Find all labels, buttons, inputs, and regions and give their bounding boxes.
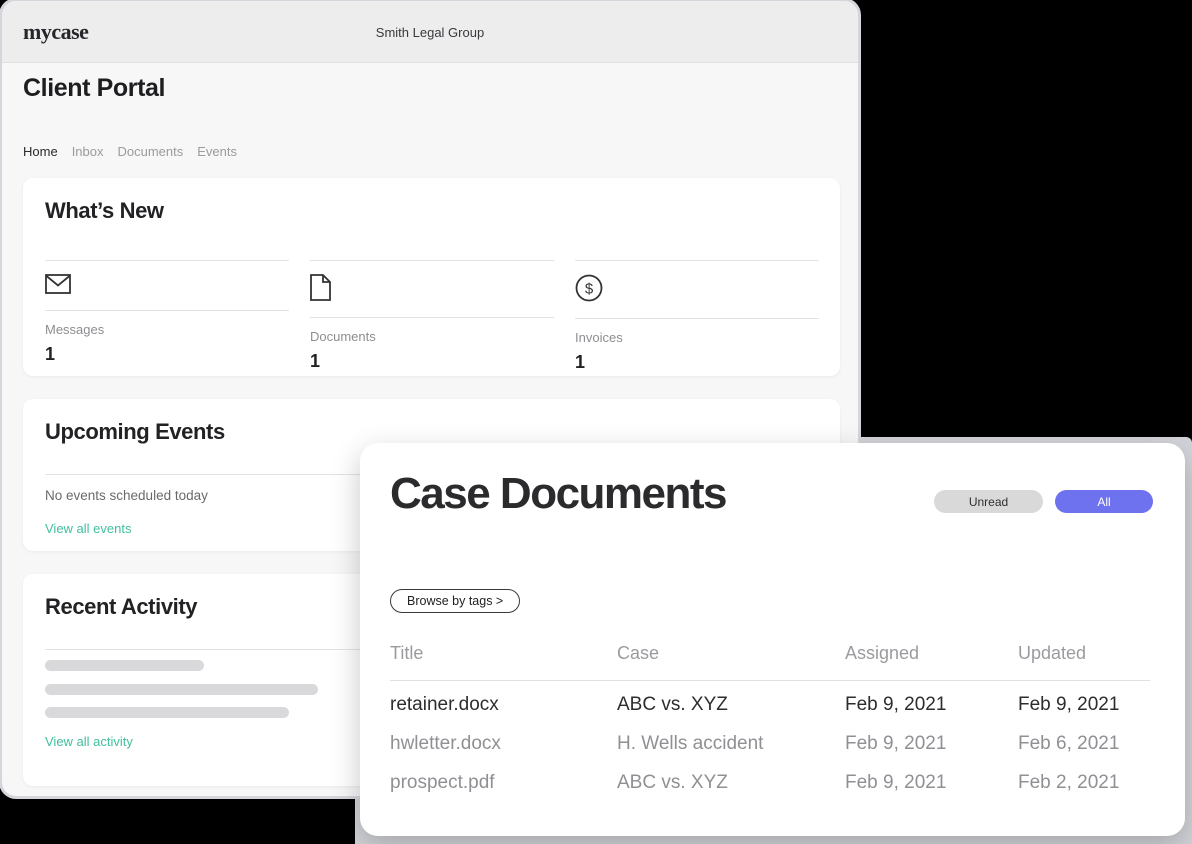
stat-messages[interactable]: Messages 1 — [45, 260, 289, 373]
browse-by-tags-button[interactable]: Browse by tags > — [390, 589, 520, 613]
table-row[interactable]: prospect.pdf ABC vs. XYZ Feb 9, 2021 Feb… — [390, 763, 1150, 802]
cell-assigned: Feb 9, 2021 — [845, 772, 1018, 794]
cell-updated: Feb 2, 2021 — [1018, 772, 1150, 794]
firm-name: Smith Legal Group — [2, 25, 858, 40]
cell-title: prospect.pdf — [390, 772, 617, 794]
stat-label-documents: Documents — [310, 329, 554, 344]
cell-case: ABC vs. XYZ — [617, 772, 845, 794]
cell-case: ABC vs. XYZ — [617, 694, 845, 716]
cell-updated: Feb 6, 2021 — [1018, 733, 1150, 755]
documents-table-header: Title Case Assigned Updated — [390, 643, 1150, 681]
cell-updated: Feb 9, 2021 — [1018, 694, 1150, 716]
nav-item-events[interactable]: Events — [197, 144, 237, 159]
whats-new-title: What’s New — [45, 198, 818, 224]
whats-new-card: What’s New Messages 1 — [23, 178, 840, 376]
filter-unread-button[interactable]: Unread — [934, 490, 1043, 513]
case-documents-card: Case Documents Unread All Browse by tags… — [360, 443, 1185, 836]
column-header-title: Title — [390, 643, 617, 664]
upcoming-events-title: Upcoming Events — [45, 419, 818, 445]
stat-label-messages: Messages — [45, 322, 289, 337]
whats-new-stats: Messages 1 Documents 1 $ — [45, 260, 818, 373]
documents-table-body: retainer.docx ABC vs. XYZ Feb 9, 2021 Fe… — [390, 685, 1150, 802]
stat-value-invoices: 1 — [575, 352, 819, 373]
column-header-updated: Updated — [1018, 643, 1150, 664]
case-documents-title: Case Documents — [390, 469, 726, 519]
portal-header: mycase Smith Legal Group — [2, 1, 858, 63]
cell-assigned: Feb 9, 2021 — [845, 694, 1018, 716]
envelope-icon — [45, 274, 71, 294]
page-title: Client Portal — [23, 74, 165, 103]
cell-title: retainer.docx — [390, 694, 617, 716]
svg-text:$: $ — [585, 281, 594, 298]
activity-skeleton-bar — [45, 684, 318, 695]
table-row[interactable]: retainer.docx ABC vs. XYZ Feb 9, 2021 Fe… — [390, 685, 1150, 724]
activity-skeleton-bar — [45, 707, 289, 718]
nav-item-home[interactable]: Home — [23, 144, 58, 159]
table-row[interactable]: hwletter.docx H. Wells accident Feb 9, 2… — [390, 724, 1150, 763]
stat-label-invoices: Invoices — [575, 330, 819, 345]
column-header-case: Case — [617, 643, 845, 664]
view-all-events-link[interactable]: View all events — [45, 521, 131, 536]
stat-documents[interactable]: Documents 1 — [310, 260, 554, 373]
document-icon — [310, 274, 331, 301]
column-header-assigned: Assigned — [845, 643, 1018, 664]
stat-invoices[interactable]: $ Invoices 1 — [575, 260, 819, 373]
view-all-activity-link[interactable]: View all activity — [45, 734, 133, 749]
documents-table: Title Case Assigned Updated retainer.doc… — [390, 643, 1150, 802]
filter-all-button[interactable]: All — [1055, 490, 1153, 513]
stat-icon-box — [45, 261, 289, 311]
activity-skeleton-bar — [45, 660, 204, 671]
nav-item-inbox[interactable]: Inbox — [72, 144, 104, 159]
document-filters: Unread All — [934, 490, 1153, 513]
stat-icon-box: $ — [575, 261, 819, 319]
portal-nav: Home Inbox Documents Events — [23, 144, 237, 159]
nav-item-documents[interactable]: Documents — [118, 144, 184, 159]
cell-case: H. Wells accident — [617, 733, 845, 755]
stat-value-documents: 1 — [310, 351, 554, 372]
dollar-icon: $ — [575, 274, 603, 302]
cell-title: hwletter.docx — [390, 733, 617, 755]
stat-icon-box — [310, 261, 554, 318]
cell-assigned: Feb 9, 2021 — [845, 733, 1018, 755]
stat-value-messages: 1 — [45, 344, 289, 365]
